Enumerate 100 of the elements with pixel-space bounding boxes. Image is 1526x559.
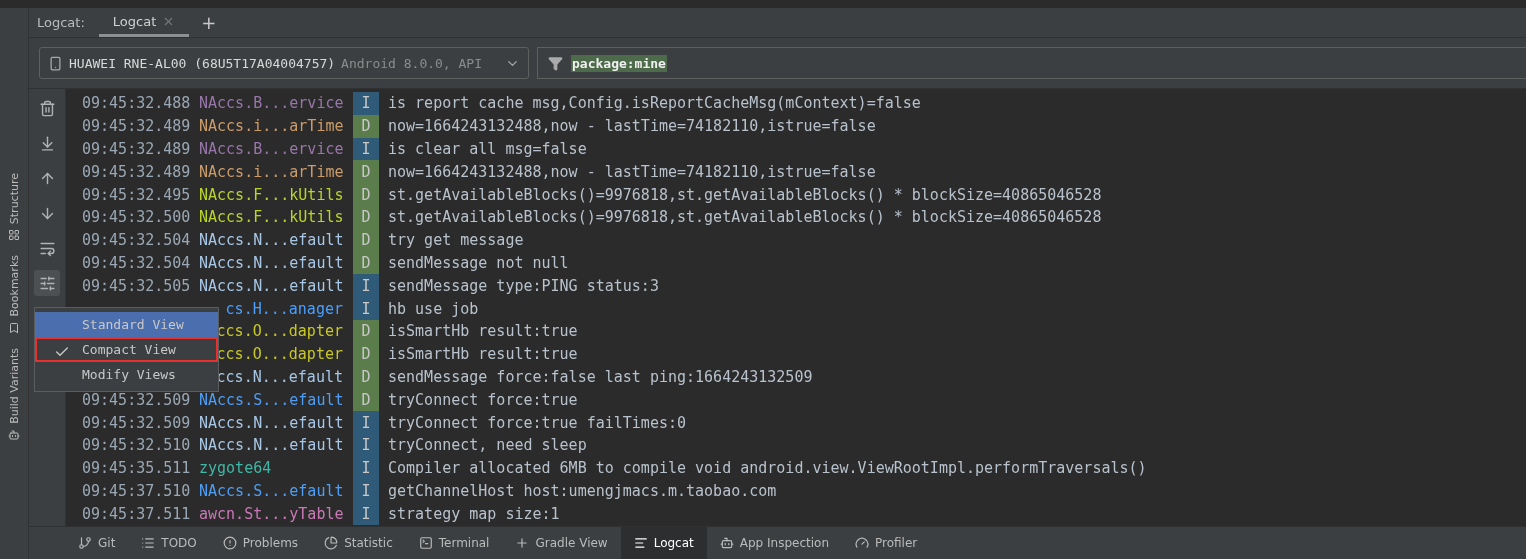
priority-badge: D bbox=[353, 114, 379, 138]
filter-field[interactable]: package:mine bbox=[537, 47, 1526, 79]
log-message: sendMessage not null bbox=[387, 252, 569, 274]
branch-icon bbox=[78, 536, 92, 550]
tool-window-tab[interactable]: Logcat bbox=[620, 527, 707, 559]
timestamp: 09:45:32.510 bbox=[82, 435, 192, 457]
priority-badge: D bbox=[353, 183, 379, 206]
android-icon bbox=[8, 428, 20, 441]
timestamp: 09:45:37.510 bbox=[82, 480, 192, 502]
priority-badge: D bbox=[353, 206, 379, 229]
tool-window-tab[interactable]: Statistic bbox=[311, 527, 406, 559]
log-tag: NAccs.F...kUtils bbox=[199, 206, 343, 229]
log-tag: NAccs.N...efault bbox=[199, 274, 343, 298]
device-name: HUAWEI RNE-AL00 (68U5T17A04004757) bbox=[69, 55, 336, 71]
log-message: st.getAvailableBlocks()=9976818,st.getAvailableBlocks() * blockSize=40865046528 bbox=[387, 184, 1102, 206]
priority-badge: I bbox=[353, 297, 379, 320]
log-tag: awcn.St...yTable bbox=[199, 502, 343, 526]
log-message: tryConnect force:true failTimes:0 bbox=[387, 412, 686, 434]
log-message: isSmartHb result:true bbox=[387, 321, 578, 343]
log-tag: NAccs.S...efault bbox=[199, 388, 343, 412]
bookmark-icon bbox=[8, 321, 20, 334]
filter-query: package:mine bbox=[571, 54, 667, 72]
tool-window-tab[interactable]: Problems bbox=[209, 527, 312, 559]
timestamp: 09:45:32.504 bbox=[82, 252, 192, 274]
grid-icon bbox=[8, 229, 20, 242]
alert-icon bbox=[222, 536, 237, 550]
timestamp: 09:45:35.511 bbox=[82, 458, 192, 480]
priority-badge: I bbox=[353, 502, 379, 526]
tool-window-tab[interactable]: Gradle View bbox=[502, 527, 621, 559]
timestamp: 09:45:32.504 bbox=[82, 230, 192, 252]
add-tab-button[interactable]: + bbox=[189, 8, 229, 37]
gauge-icon bbox=[855, 536, 869, 550]
tool-window-tab[interactable]: Profiler bbox=[842, 527, 931, 559]
log-message: sendMessage force:false last ping:1664243132509 bbox=[387, 366, 813, 388]
panel-title: Logcat: bbox=[37, 14, 86, 32]
log-tag: NAccs.B...ervice bbox=[199, 137, 343, 161]
menu-item[interactable]: Compact View bbox=[35, 337, 218, 362]
robot-icon bbox=[719, 536, 734, 550]
priority-badge: I bbox=[353, 274, 379, 298]
log-tag: NAccs.N...efault bbox=[199, 228, 343, 252]
log-tag: NAccs.B...ervice bbox=[199, 92, 343, 115]
log-message: is report cache msg,Config.isReportCacheMsg(mContext)=false bbox=[387, 93, 921, 115]
log-tag: NAccs.N...efault bbox=[199, 251, 343, 275]
priority-badge: D bbox=[353, 251, 379, 275]
timestamp: 09:45:32.489 bbox=[82, 139, 192, 160]
plus-icon bbox=[515, 536, 530, 550]
priority-badge: I bbox=[353, 411, 379, 434]
priority-badge: D bbox=[353, 365, 379, 389]
log-message: tryConnect, need sleep bbox=[387, 435, 587, 457]
tool-window-tab[interactable]: Git bbox=[65, 527, 129, 559]
menu-item[interactable]: Standard View bbox=[35, 312, 218, 337]
priority-badge: D bbox=[353, 319, 379, 343]
funnel-icon[interactable] bbox=[548, 55, 563, 71]
priority-badge: D bbox=[353, 388, 379, 412]
sliders-icon[interactable] bbox=[34, 270, 60, 296]
tool-window-tab[interactable]: TODO bbox=[128, 527, 210, 559]
log-message: isSmartHb result:true bbox=[387, 344, 578, 366]
log-tag: NAccs.i...arTime bbox=[199, 160, 343, 184]
log-message: is clear all msg=false bbox=[387, 139, 587, 160]
log-message: sendMessage type:PING status:3 bbox=[387, 275, 659, 297]
list-icon bbox=[141, 536, 156, 550]
priority-badge: D bbox=[353, 160, 379, 184]
timestamp: 09:45:32.509 bbox=[82, 389, 192, 411]
tool-window-tab[interactable]: Terminal bbox=[405, 527, 503, 559]
device-dropdown[interactable]: HUAWEI RNE-AL00 (68U5T17A04004757) Android 8.0.0, API bbox=[39, 47, 529, 79]
timestamp: 09:45:32.505 bbox=[82, 275, 192, 297]
lines-icon bbox=[633, 536, 648, 550]
log-tag: NAccs.N...efault bbox=[199, 411, 343, 434]
log-tag: NAccs.N...efault bbox=[199, 433, 343, 457]
logcat-tab[interactable]: Logcat bbox=[98, 8, 190, 37]
tool-window-button[interactable]: Bookmarks bbox=[7, 255, 21, 317]
timestamp: 09:45:32.489 bbox=[82, 161, 192, 183]
timestamp: 09:45:32.500 bbox=[82, 207, 192, 229]
log-message: strategy map size:1 bbox=[387, 503, 560, 525]
priority-badge: D bbox=[353, 228, 379, 252]
device-detail: Android 8.0.0, API bbox=[341, 55, 482, 71]
log-message: Compiler allocated 6MB to compile void android.view.ViewRootImpl.performTraversals() bbox=[387, 458, 1147, 480]
terminal-icon bbox=[418, 536, 433, 550]
log-tag: zygote64 bbox=[199, 456, 343, 480]
phone-icon bbox=[48, 55, 63, 71]
log-message: getChannelHost host:umengjmacs.m.taobao.com bbox=[387, 480, 777, 502]
log-message: try get message bbox=[387, 230, 524, 252]
log-message: now=1664243132488,now - lastTime=74182110,istrue=false bbox=[387, 116, 876, 138]
priority-badge: I bbox=[353, 137, 379, 161]
tool-window-tab[interactable]: App Inspection bbox=[706, 527, 842, 559]
pie-chart-icon bbox=[324, 536, 339, 550]
timestamp: 09:45:32.488 bbox=[82, 93, 192, 115]
timestamp: 09:45:37.511 bbox=[82, 503, 192, 525]
log-tag: NAccs.F...kUtils bbox=[199, 183, 343, 206]
priority-badge: D bbox=[353, 342, 379, 366]
tool-window-button[interactable]: Structure bbox=[7, 173, 21, 225]
log-tag: NAccs.i...arTime bbox=[199, 114, 343, 138]
log-message: st.getAvailableBlocks()=9976818,st.getAvailableBlocks() * blockSize=40865046528 bbox=[387, 207, 1102, 229]
priority-badge: I bbox=[353, 479, 379, 503]
timestamp: 09:45:32.495 bbox=[82, 184, 192, 206]
priority-badge: I bbox=[353, 456, 379, 480]
log-message: now=1664243132488,now - lastTime=74182110,istrue=false bbox=[387, 161, 876, 183]
log-message: tryConnect force:true bbox=[387, 389, 578, 411]
tool-window-button[interactable]: Build Variants bbox=[7, 347, 21, 424]
priority-badge: I bbox=[353, 92, 379, 115]
